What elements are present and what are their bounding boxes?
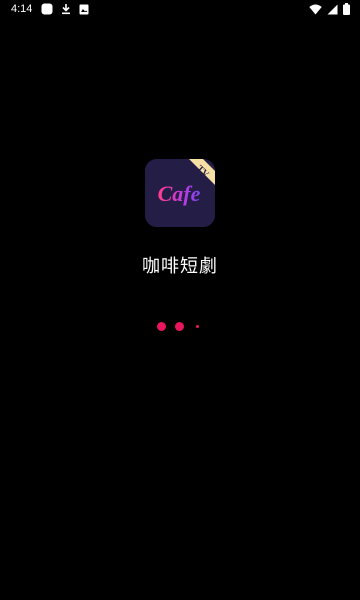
download-icon (61, 3, 71, 15)
loading-dot (157, 322, 166, 331)
loading-dot (175, 322, 184, 331)
status-time: 4:14 (11, 3, 33, 15)
status-system-icons (309, 3, 350, 15)
app-name: 咖啡短劇 (142, 256, 218, 277)
status-notification-icons (41, 3, 89, 15)
wifi-icon (309, 4, 322, 15)
app-notification-icon (41, 3, 53, 15)
app-logo: TV Cafe (145, 159, 215, 227)
cellular-signal-icon (327, 4, 338, 15)
logo-text: Cafe (158, 181, 201, 206)
splash-screen: 4:14 TV Cafe 咖啡短劇 (0, 0, 360, 600)
photo-icon (79, 4, 89, 15)
battery-icon (343, 3, 350, 15)
loading-indicator (0, 321, 360, 333)
loading-dot (196, 325, 199, 328)
status-bar: 4:14 (0, 0, 360, 18)
